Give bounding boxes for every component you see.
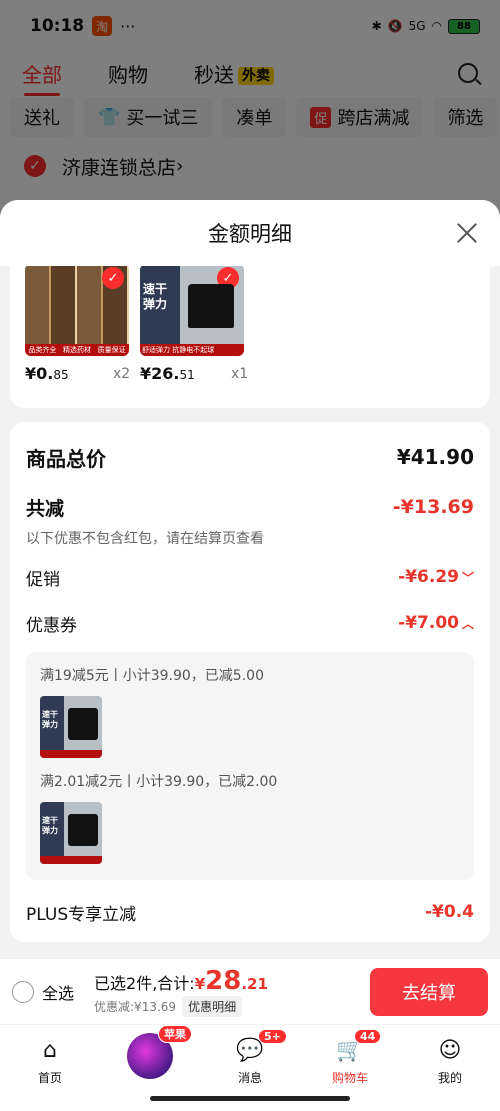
plus-row: PLUS专享立减 -¥0.4 [26, 880, 474, 944]
product-band: 品类齐全 精选药材 质量保证 [25, 344, 129, 356]
band-text: 品类齐全 [28, 346, 57, 354]
product-title: 速干 弹力 [143, 282, 167, 312]
message-badge: 5+ [258, 1029, 287, 1044]
chevron-up-icon: ︿ [461, 617, 474, 631]
plus-value: -¥0.4 [425, 902, 474, 922]
title-line: 弹力 [42, 720, 58, 729]
close-icon[interactable] [456, 222, 478, 244]
reduce-note: 以下优惠不包含红包，请在结算页查看 [26, 531, 264, 547]
sheet-header: 金额明细 [0, 200, 500, 266]
home-indicator [150, 1096, 350, 1101]
promo-value: -¥6.29 [398, 567, 459, 587]
total-row: 商品总价 ¥41.90 [26, 422, 474, 492]
discount-line: 优惠减:¥13.69 优惠明细 [94, 996, 370, 1017]
selected-check-icon: ✓ [102, 267, 124, 289]
selected-text: 已选2件,合计: [94, 974, 195, 993]
price-int: ¥0. [25, 364, 54, 383]
product-qty: x2 [113, 366, 131, 382]
apple-badge: 苹果 [158, 1025, 192, 1043]
sum-line: 已选2件,合计:¥28.21 [94, 966, 370, 996]
thumb-title: 速干 弹力 [42, 816, 58, 836]
thumb-band [40, 856, 102, 864]
product-image-shorts[interactable]: ✓ 速干 弹力 舒适弹力 抗静电不起球 [140, 266, 244, 356]
shorts-image [68, 708, 98, 740]
tab-messages-label: 消息 [237, 1071, 262, 1085]
product-band: 舒适弹力 抗静电不起球 [140, 344, 244, 356]
coupon-value: -¥7.00 [398, 613, 459, 633]
price-dec: 85 [53, 368, 69, 382]
select-all-label[interactable]: 全选 [42, 980, 74, 1004]
total-label: 商品总价 [26, 446, 106, 471]
title-line: 弹力 [143, 297, 168, 311]
coupon-row[interactable]: 优惠券 -¥7.00 ︿ [26, 600, 474, 646]
coupon-label: 优惠券 [26, 615, 77, 636]
promo-row[interactable]: 促销 -¥6.29 ﹀ [26, 554, 474, 600]
select-all-radio[interactable] [12, 980, 34, 1003]
thumb-title: 速干 弹力 [42, 710, 58, 730]
title-line: 速干 [42, 816, 58, 825]
plus-label: PLUS专享立减 [26, 904, 137, 925]
product-image-herbs[interactable]: ✓ 品类齐全 精选药材 质量保证 [25, 266, 129, 356]
title-line: 弹力 [42, 826, 58, 835]
amount-int: 28 [205, 966, 242, 996]
tab-home[interactable]: ⌂ 首页 [0, 1025, 100, 1111]
home-icon: ⌂ [43, 1037, 57, 1063]
reduce-label: 共减 [26, 497, 65, 520]
shorts-image [68, 814, 98, 846]
product-thumbnail[interactable]: 速干 弹力 [40, 696, 102, 758]
coupon-line: 满19减5元丨小计39.90，已减5.00 [40, 668, 264, 684]
discount-text: 优惠减:¥13.69 [94, 1000, 177, 1014]
tab-cart-label: 购物车 [331, 1071, 368, 1085]
chevron-down-icon: ﹀ [461, 571, 474, 585]
product-price: ¥0.85 [25, 364, 69, 383]
tab-me[interactable]: ☺ 我的 [400, 1025, 500, 1111]
discount-detail-button[interactable]: 优惠明细 [182, 996, 243, 1017]
currency: ¥ [194, 975, 206, 993]
sheet-title: 金额明细 [208, 222, 292, 246]
tab-home-label: 首页 [37, 1071, 62, 1085]
products-card: ✓ 品类齐全 精选药材 质量保证 ¥0.85 x2 ✓ 速干 弹力 舒适弹力 抗静… [10, 266, 490, 408]
price-dec: 51 [179, 368, 195, 382]
title-line: 速干 [143, 282, 168, 296]
price-int: ¥26. [140, 364, 180, 383]
band-text: 质量保证 [97, 346, 126, 354]
coupon-line: 满2.01减2元丨小计39.90，已减2.00 [40, 774, 278, 790]
checkout-bar: 全选 已选2件,合计:¥28.21 优惠减:¥13.69 优惠明细 去结算 [0, 958, 500, 1024]
user-icon: ☺ [438, 1037, 462, 1063]
amount-dec: .21 [241, 975, 268, 993]
promo-label: 促销 [26, 569, 60, 590]
reduce-row: 共减 -¥13.69 [26, 492, 474, 522]
product-qty: x1 [231, 366, 249, 382]
reduce-value: -¥13.69 [392, 496, 474, 518]
tab-me-label: 我的 [437, 1071, 462, 1085]
band-text: 精选药材 [62, 346, 91, 354]
checkout-button[interactable]: 去结算 [370, 967, 488, 1016]
promo-value-wrap: -¥6.29 ﹀ [398, 567, 474, 587]
cart-badge: 44 [354, 1029, 382, 1044]
shorts-image [188, 284, 234, 328]
coupon-details: 满19减5元丨小计39.90，已减5.00 速干 弹力 满2.01减2元丨小计39… [26, 652, 474, 880]
product-price: ¥26.51 [140, 364, 195, 383]
total-value: ¥41.90 [396, 445, 474, 469]
title-line: 速干 [42, 710, 58, 719]
detail-card: 商品总价 ¥41.90 共减 -¥13.69 以下优惠不包含红包，请在结算页查看… [10, 422, 490, 942]
sum-block: 已选2件,合计:¥28.21 优惠减:¥13.69 优惠明细 [94, 966, 370, 1017]
coupon-value-wrap: -¥7.00 ︿ [398, 613, 474, 633]
product-thumbnail[interactable]: 速干 弹力 [40, 802, 102, 864]
thumb-band [40, 750, 102, 758]
